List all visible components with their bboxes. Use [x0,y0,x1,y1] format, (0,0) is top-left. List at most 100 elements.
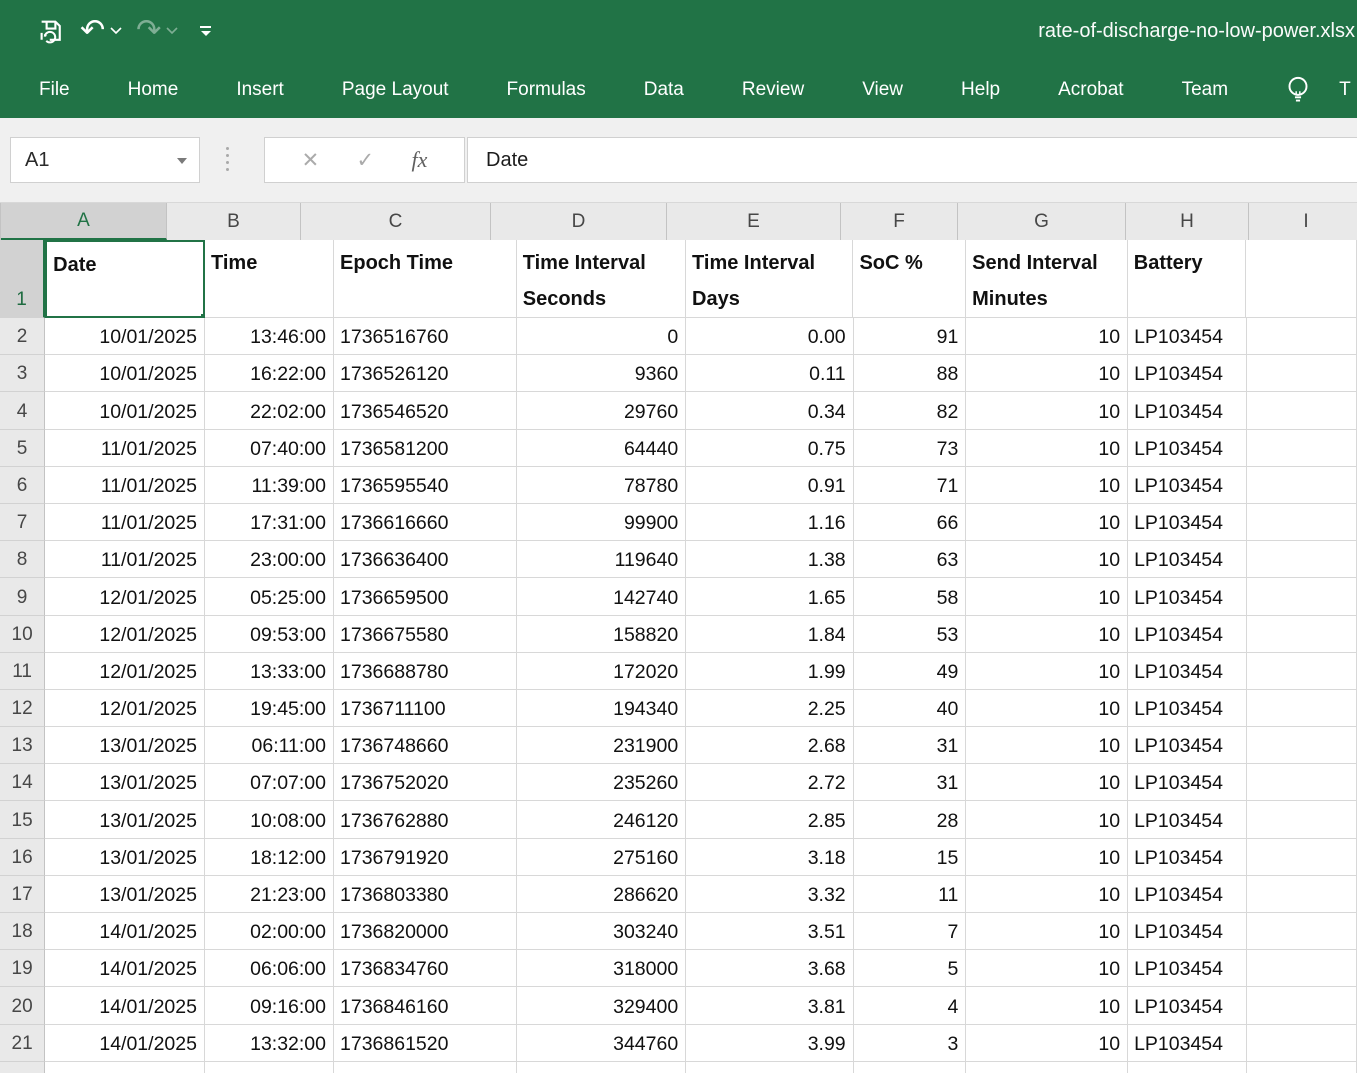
cell[interactable]: 17:31:00 [205,504,334,541]
cell[interactable]: 1736636400 [334,541,517,578]
cell[interactable]: 10 [966,578,1128,615]
row-header-10[interactable]: 10 [0,616,45,653]
cell[interactable] [1247,578,1357,615]
cancel-icon[interactable]: ✕ [302,148,320,173]
cell[interactable] [1247,467,1357,504]
cell[interactable]: LP103454 [1128,467,1246,504]
cell[interactable]: 10 [966,839,1128,876]
cell[interactable]: 1.16 [686,504,853,541]
ribbon-tab-data[interactable]: Data [615,62,713,118]
cell[interactable]: 0 [517,318,686,355]
cell[interactable]: LP103454 [1128,355,1246,392]
cell[interactable]: 172020 [517,653,686,690]
row-header-1[interactable]: 1 [0,240,45,318]
row-header-8[interactable]: 8 [0,541,45,578]
cell[interactable]: 1736581200 [334,430,517,467]
ribbon-tab-review[interactable]: Review [713,62,833,118]
cell[interactable]: 0.91 [686,467,853,504]
row-header-7[interactable]: 7 [0,504,45,541]
cell[interactable]: LP103454 [1128,690,1246,727]
cell[interactable]: 1736711100 [334,690,517,727]
cell[interactable]: 66 [854,504,967,541]
cell[interactable] [1247,913,1357,950]
cell[interactable]: LP103454 [1128,987,1246,1024]
row-header-6[interactable]: 6 [0,467,45,504]
cell[interactable]: 1736688780 [334,653,517,690]
cell[interactable]: 11/01/2025 [45,504,205,541]
cell[interactable]: Send Interval Minutes [966,240,1128,318]
cell[interactable]: 10 [966,541,1128,578]
cell[interactable]: 31 [854,764,967,801]
cell[interactable]: 10 [966,653,1128,690]
cell[interactable]: 71 [854,467,967,504]
name-box-dropdown-icon[interactable] [177,158,187,164]
cell[interactable]: 63 [854,541,967,578]
cell[interactable] [966,1062,1128,1073]
column-header-I[interactable]: I [1249,203,1357,240]
cell[interactable]: 10 [966,1025,1128,1062]
cell[interactable]: LP103454 [1128,839,1246,876]
cell[interactable]: 13:33:00 [205,653,334,690]
cell[interactable]: 1736516760 [334,318,517,355]
cell[interactable]: 4 [854,987,967,1024]
column-header-C[interactable]: C [301,203,491,240]
cell[interactable]: 0.75 [686,430,853,467]
cell[interactable]: LP103454 [1128,950,1246,987]
column-header-H[interactable]: H [1126,203,1249,240]
ribbon-tab-page-layout[interactable]: Page Layout [313,62,478,118]
undo-dropdown-chevron-icon[interactable] [110,27,122,35]
cell[interactable]: 2.85 [686,801,853,838]
cell[interactable]: 99900 [517,504,686,541]
cell[interactable]: 1736748660 [334,727,517,764]
cell[interactable]: 1736861520 [334,1025,517,1062]
cell[interactable]: 1736595540 [334,467,517,504]
row-header-13[interactable]: 13 [0,727,45,764]
cell[interactable] [1128,1062,1246,1073]
cell[interactable]: 82 [854,392,967,429]
cell[interactable] [1247,690,1357,727]
cell[interactable]: 3.51 [686,913,853,950]
cell[interactable]: 10 [966,876,1128,913]
cell[interactable]: LP103454 [1128,578,1246,615]
column-header-F[interactable]: F [841,203,958,240]
cell[interactable]: 1736526120 [334,355,517,392]
cell[interactable]: 13/01/2025 [45,876,205,913]
cell[interactable]: SoC % [853,240,966,318]
cell[interactable]: 142740 [517,578,686,615]
redo-button[interactable]: ↷ [136,11,178,51]
cell[interactable] [1247,727,1357,764]
cell[interactable]: 58 [854,578,967,615]
cell[interactable] [517,1062,686,1073]
cell[interactable]: LP103454 [1128,727,1246,764]
selected-cell-a1[interactable]: Date [45,240,205,318]
row-header-3[interactable]: 3 [0,355,45,392]
cell[interactable]: 1736616660 [334,504,517,541]
formula-bar-drag-handle[interactable] [226,147,229,171]
cell[interactable]: 40 [854,690,967,727]
cell[interactable]: 10 [966,913,1128,950]
cell[interactable] [1247,801,1357,838]
cell[interactable]: 7 [854,913,967,950]
cell[interactable]: 344760 [517,1025,686,1062]
cell[interactable]: 10 [966,467,1128,504]
cell[interactable]: 1736762880 [334,801,517,838]
cell[interactable] [205,1062,334,1073]
cell[interactable]: Battery [1128,240,1246,318]
row-header-20[interactable]: 20 [0,987,45,1024]
cell[interactable]: 13/01/2025 [45,801,205,838]
cell[interactable]: Time Interval Seconds [517,240,686,318]
cell[interactable]: 10/01/2025 [45,318,205,355]
cell[interactable]: 06:06:00 [205,950,334,987]
cell[interactable] [1247,653,1357,690]
formula-input[interactable]: Date [467,137,1357,183]
cell[interactable] [1246,240,1357,318]
ribbon-tab-view[interactable]: View [833,62,932,118]
row-header-11[interactable]: 11 [0,653,45,690]
cell[interactable]: 14/01/2025 [45,913,205,950]
cell[interactable]: 1736803380 [334,876,517,913]
cell[interactable]: 0.11 [686,355,853,392]
row-header-17[interactable]: 17 [0,876,45,913]
ribbon-tab-acrobat[interactable]: Acrobat [1029,62,1152,118]
cell[interactable]: 1736791920 [334,839,517,876]
cell[interactable]: 1.99 [686,653,853,690]
